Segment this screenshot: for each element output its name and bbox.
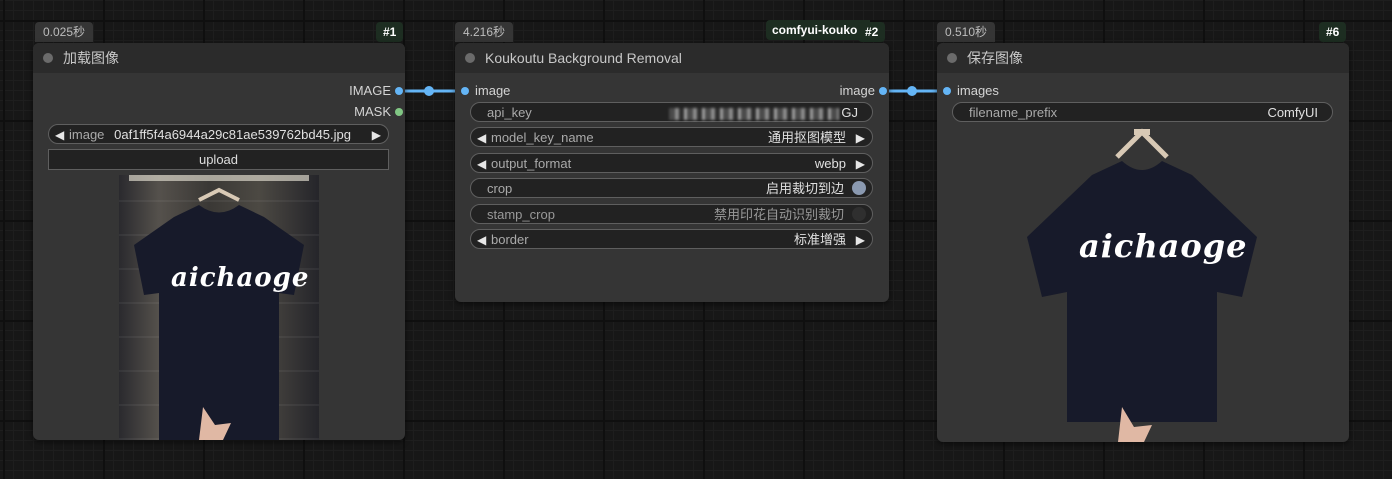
execution-time-badge: 0.025秒 (35, 22, 94, 42)
widget-value: 标准增强 (793, 232, 846, 247)
collapse-dot-icon[interactable] (465, 53, 475, 63)
widget-name: filename_prefix (969, 105, 1058, 120)
tshirt-cutout-graphic (1027, 128, 1257, 442)
output-slot-label: MASK (354, 104, 391, 119)
widget-name: image (69, 127, 105, 142)
input-slot-images[interactable]: images (943, 83, 999, 99)
output-slot-mask[interactable]: MASK (354, 104, 403, 120)
arrow-right-icon[interactable]: ▶ (856, 128, 865, 148)
api-key-suffix: GJ (841, 105, 858, 120)
node-title-text: Koukoutu Background Removal (485, 50, 682, 66)
execution-time-badge: 0.510秒 (937, 22, 996, 42)
image-preview: aichaoge (119, 175, 319, 440)
widget-value: webp (814, 156, 846, 171)
node-title[interactable]: 保存图像 (937, 43, 1349, 73)
input-slot-image[interactable]: image (461, 83, 511, 99)
output-slot-label: image (839, 83, 875, 98)
output-slot-image[interactable]: image (839, 83, 887, 99)
image-select-widget[interactable]: ◀ image 0af1ff5f4a6944a29c81ae539762bd45… (48, 124, 389, 144)
api-key-widget[interactable]: api_key GJ (470, 102, 873, 122)
widget-name: output_format (491, 156, 572, 171)
tshirt-print-text: aichaoge (1079, 227, 1248, 265)
toggle-on-indicator[interactable] (852, 181, 866, 195)
toggle-off-indicator[interactable] (852, 207, 866, 221)
widget-name: border (491, 232, 529, 247)
input-slot-label: image (475, 83, 511, 98)
input-slot-dot-icon[interactable] (943, 87, 951, 95)
output-slot-dot-icon[interactable] (395, 87, 403, 95)
node-id-badge: #1 (376, 22, 404, 42)
tshirt-graphic (134, 187, 304, 440)
filename-prefix-widget[interactable]: filename_prefix ComfyUI (952, 102, 1333, 122)
execution-time-badge: 4.216秒 (455, 22, 514, 42)
arrow-right-icon[interactable]: ▶ (856, 154, 865, 174)
input-slot-label: images (957, 83, 999, 98)
node-title-text: 保存图像 (967, 50, 1023, 66)
node-id-badge: #6 (1319, 22, 1347, 42)
load-image-node[interactable]: 加载图像 IMAGE MASK ◀ image 0af1ff5f4a6944a2… (33, 43, 405, 440)
api-key-blurred-mask (669, 107, 840, 120)
node-id-badge: #2 (858, 22, 886, 42)
stamp-crop-toggle-widget[interactable]: stamp_crop 禁用印花自动识别裁切 (470, 204, 873, 224)
border-widget[interactable]: ◀ border 标准增强 ▶ (470, 229, 873, 249)
arrow-right-icon[interactable]: ▶ (372, 125, 381, 145)
output-slot-image[interactable]: IMAGE (349, 83, 403, 99)
node-source-badge: comfyui-kouko (766, 20, 870, 40)
tshirt-print-text: aichaoge (171, 263, 310, 293)
output-slot-label: IMAGE (349, 83, 391, 98)
widget-name: model_key_name (491, 130, 594, 145)
link-midpoint-2-6[interactable] (907, 86, 917, 96)
arrow-right-icon[interactable]: ▶ (856, 230, 865, 250)
output-slot-dot-icon[interactable] (395, 108, 403, 116)
crop-toggle-widget[interactable]: crop 启用裁切到边 (470, 178, 873, 198)
widget-value: 禁用印花自动识别裁切 (713, 207, 844, 222)
widget-name: stamp_crop (487, 207, 555, 222)
output-format-widget[interactable]: ◀ output_format webp ▶ (470, 153, 873, 173)
node-title-text: 加载图像 (63, 50, 119, 66)
widget-name: crop (487, 181, 513, 196)
collapse-dot-icon[interactable] (43, 53, 53, 63)
widget-value: GJ (669, 103, 858, 123)
save-image-node[interactable]: 保存图像 images filename_prefix ComfyUI aich… (937, 43, 1349, 442)
widget-value: 0af1ff5f4a6944a29c81ae539762bd45.jpg (114, 127, 351, 142)
output-image-preview: aichaoge (1022, 127, 1262, 442)
arrow-left-icon[interactable]: ◀ (477, 230, 486, 250)
link-midpoint-1-2[interactable] (424, 86, 434, 96)
arrow-left-icon[interactable]: ◀ (55, 125, 64, 145)
widget-value: 启用裁切到边 (765, 181, 844, 196)
widget-value: ComfyUI (1267, 105, 1318, 120)
upload-button[interactable]: upload (48, 149, 389, 170)
output-slot-dot-icon[interactable] (879, 87, 887, 95)
widget-value: 通用抠图模型 (767, 130, 846, 145)
arrow-left-icon[interactable]: ◀ (477, 154, 486, 174)
input-slot-dot-icon[interactable] (461, 87, 469, 95)
model-key-name-widget[interactable]: ◀ model_key_name 通用抠图模型 ▶ (470, 127, 873, 147)
node-title[interactable]: Koukoutu Background Removal (455, 43, 889, 73)
node-title[interactable]: 加载图像 (33, 43, 405, 73)
koukoutu-node[interactable]: Koukoutu Background Removal image image … (455, 43, 889, 302)
collapse-dot-icon[interactable] (947, 53, 957, 63)
widget-name: api_key (487, 105, 532, 120)
arrow-left-icon[interactable]: ◀ (477, 128, 486, 148)
